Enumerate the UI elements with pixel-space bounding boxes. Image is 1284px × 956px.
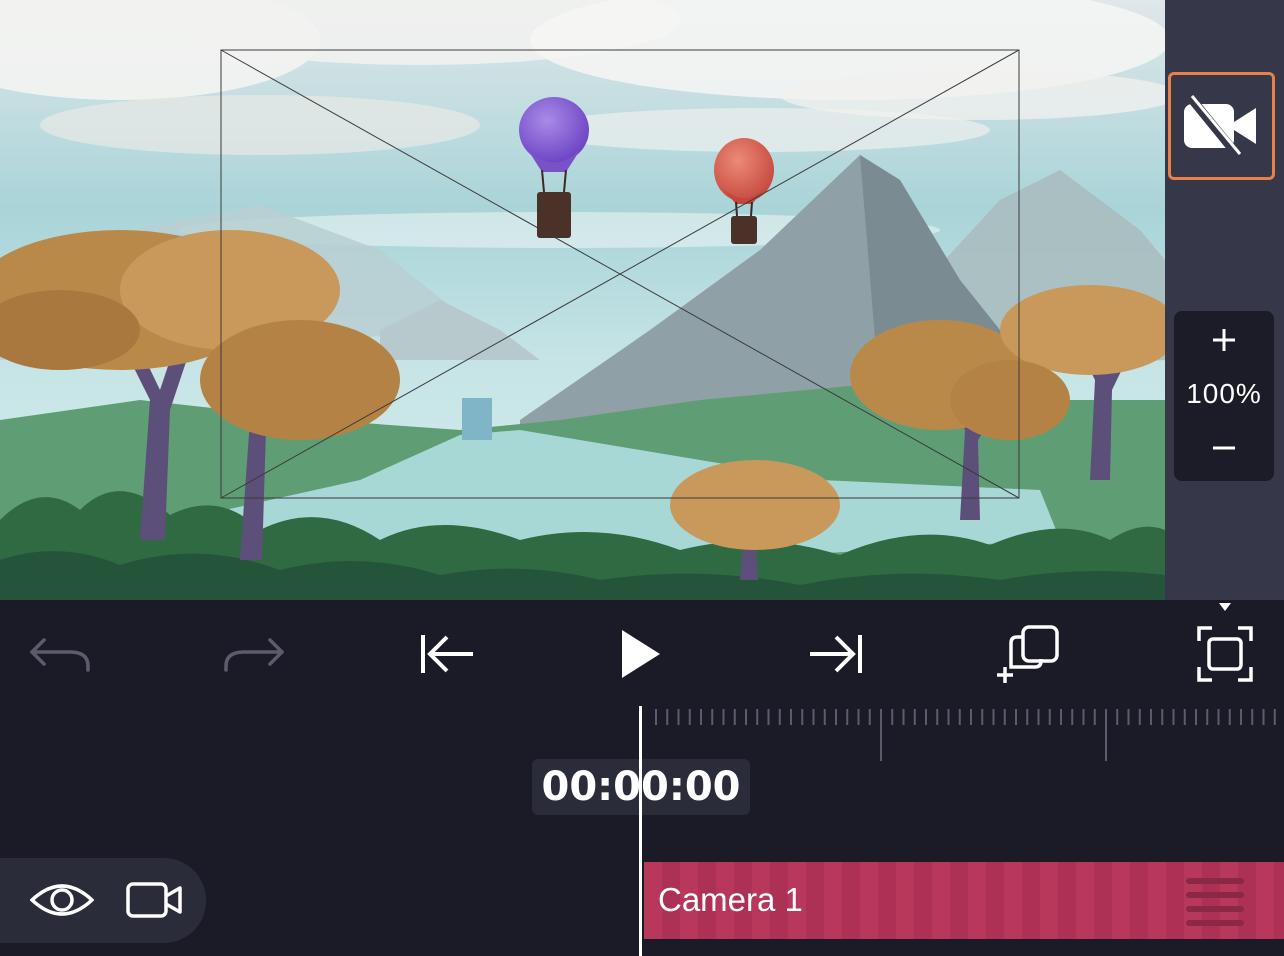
visibility-button[interactable] xyxy=(30,870,94,930)
plus-icon xyxy=(1213,329,1235,351)
play-icon xyxy=(622,630,660,678)
fit-frame-button[interactable] xyxy=(1189,618,1261,690)
panel-indicator xyxy=(1219,603,1231,611)
add-copy-button[interactable] xyxy=(994,618,1066,690)
jump-to-end-icon xyxy=(810,635,862,673)
eye-icon xyxy=(30,884,94,916)
zoom-in-button[interactable] xyxy=(1204,325,1244,355)
timeline-ruler[interactable] xyxy=(644,705,1284,765)
minus-icon xyxy=(1213,446,1235,450)
jump-to-end-button[interactable] xyxy=(800,618,872,690)
layer-controls xyxy=(0,858,206,943)
camera-icon xyxy=(126,882,182,918)
right-sidebar: 100% xyxy=(1165,0,1284,600)
undo-icon xyxy=(30,638,90,672)
playhead[interactable] xyxy=(639,706,642,956)
scene-artwork xyxy=(0,0,1165,600)
jump-to-start-button[interactable] xyxy=(411,618,483,690)
video-off-icon xyxy=(1183,94,1256,158)
play-button[interactable] xyxy=(604,618,676,690)
camera-layer-button[interactable] xyxy=(122,870,186,930)
zoom-control: 100% xyxy=(1174,311,1274,481)
animation-canvas[interactable] xyxy=(0,0,1165,600)
zoom-out-button[interactable] xyxy=(1204,433,1244,463)
camera-track[interactable]: Camera 1 xyxy=(644,862,1284,939)
jump-to-start-icon xyxy=(421,635,473,673)
fit-frame-icon xyxy=(1197,626,1253,682)
undo-button[interactable] xyxy=(24,618,96,690)
track-label: Camera 1 xyxy=(658,881,803,918)
drag-handle-icon[interactable] xyxy=(1184,870,1248,930)
redo-button[interactable] xyxy=(218,618,290,690)
zoom-level: 100% xyxy=(1186,378,1262,409)
add-copy-icon xyxy=(997,625,1059,683)
camera-toggle-button[interactable] xyxy=(1168,72,1275,180)
redo-icon xyxy=(224,638,284,672)
